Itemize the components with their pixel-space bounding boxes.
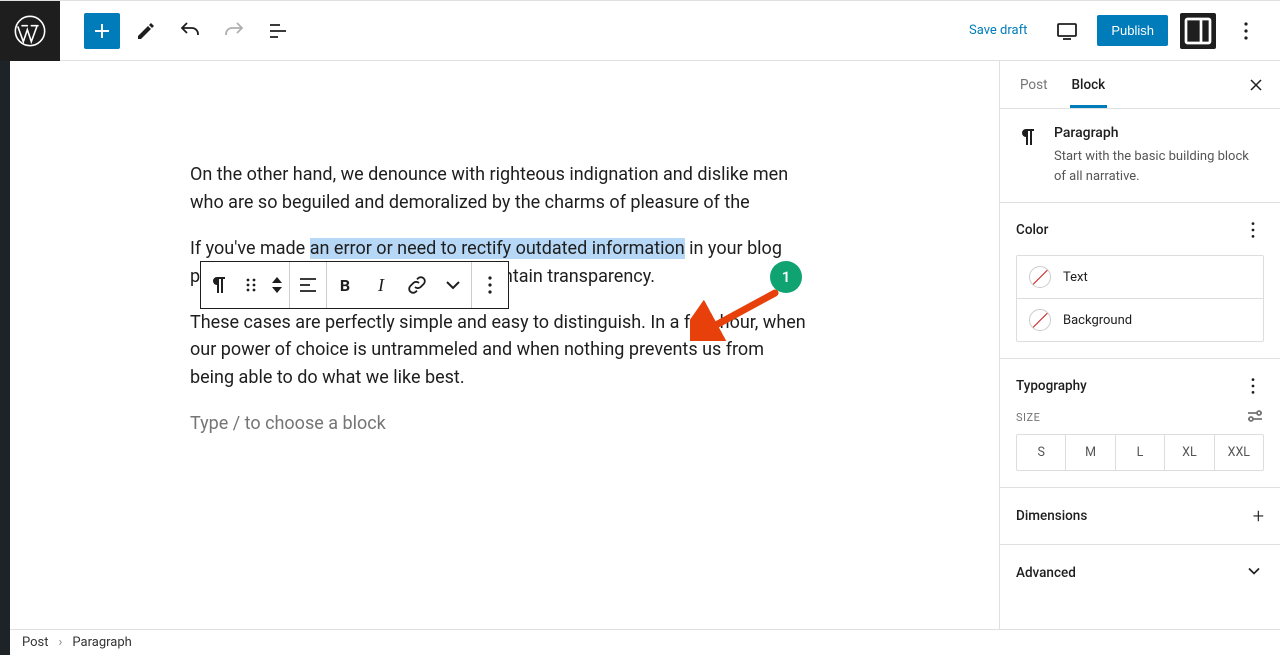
wordpress-logo[interactable]: [0, 1, 60, 61]
size-label: SIZE: [1016, 411, 1040, 424]
add-block-button[interactable]: [84, 13, 120, 49]
drag-handle-icon[interactable]: [237, 262, 265, 308]
top-toolbar: Save draft Publish: [0, 0, 1280, 61]
breadcrumb: Post › Paragraph: [0, 629, 1280, 655]
paragraph-icon: [1016, 125, 1040, 186]
section-color-heading: Color: [1016, 222, 1048, 238]
selected-text: an error or need to rectify outdated inf…: [310, 238, 685, 259]
chevron-right-icon: ›: [59, 635, 63, 650]
block-appender[interactable]: Type / to choose a block: [190, 410, 810, 438]
editor-canvas[interactable]: On the other hand, we denounce with righ…: [10, 61, 999, 629]
plus-icon[interactable]: +: [1253, 504, 1264, 528]
block-toolbar: B I: [200, 261, 509, 309]
section-typography-heading: Typography: [1016, 378, 1087, 394]
swatch-icon: [1029, 309, 1051, 331]
undo-button[interactable]: [172, 13, 208, 49]
close-sidebar-button[interactable]: [1240, 69, 1272, 101]
document-overview-button[interactable]: [260, 13, 296, 49]
background-color-button[interactable]: Background: [1017, 298, 1263, 341]
admin-menu-collapsed[interactable]: [0, 61, 10, 629]
admin-menu-collapsed[interactable]: [0, 629, 10, 655]
block-title: Paragraph: [1054, 125, 1264, 141]
breadcrumb-root[interactable]: Post: [22, 635, 49, 650]
tab-block[interactable]: Block: [1060, 63, 1118, 107]
redo-button[interactable]: [216, 13, 252, 49]
section-advanced-heading: Advanced: [1016, 565, 1076, 581]
size-xxl[interactable]: XXL: [1214, 435, 1263, 470]
size-s[interactable]: S: [1017, 435, 1065, 470]
settings-sidebar: Post Block Paragraph Start with the basi…: [999, 61, 1280, 629]
breadcrumb-current[interactable]: Paragraph: [72, 635, 131, 650]
more-rich-text-button[interactable]: [435, 262, 471, 308]
color-options-button[interactable]: [1242, 219, 1264, 241]
typography-options-button[interactable]: [1242, 375, 1264, 397]
save-draft-button[interactable]: Save draft: [959, 17, 1037, 44]
chevron-down-icon[interactable]: [1244, 561, 1264, 585]
paragraph-block[interactable]: These cases are perfectly simple and eas…: [190, 309, 810, 393]
tab-post[interactable]: Post: [1008, 63, 1060, 107]
bold-button[interactable]: B: [327, 262, 363, 308]
paragraph-block[interactable]: On the other hand, we denounce with righ…: [190, 161, 810, 217]
section-dimensions-heading: Dimensions: [1016, 508, 1087, 524]
italic-button[interactable]: I: [363, 262, 399, 308]
color-text-label: Text: [1063, 270, 1088, 285]
move-up-down[interactable]: [265, 262, 289, 308]
size-settings-icon[interactable]: [1246, 409, 1264, 426]
text-color-button[interactable]: Text: [1017, 256, 1263, 298]
align-button[interactable]: [290, 262, 326, 308]
text-segment: If you've made: [190, 238, 310, 259]
edit-mode-button[interactable]: [128, 13, 164, 49]
more-options-button[interactable]: [1228, 13, 1264, 49]
link-button[interactable]: [399, 262, 435, 308]
color-bg-label: Background: [1063, 313, 1132, 328]
more-block-options-button[interactable]: [472, 262, 508, 308]
preview-button[interactable]: [1049, 13, 1085, 49]
size-l[interactable]: L: [1115, 435, 1164, 470]
publish-button[interactable]: Publish: [1097, 15, 1168, 46]
settings-sidebar-button[interactable]: [1180, 13, 1216, 49]
block-description: Start with the basic building block of a…: [1054, 147, 1264, 186]
paragraph-icon[interactable]: [201, 262, 237, 308]
size-xl[interactable]: XL: [1164, 435, 1213, 470]
size-m[interactable]: M: [1065, 435, 1114, 470]
swatch-icon: [1029, 266, 1051, 288]
